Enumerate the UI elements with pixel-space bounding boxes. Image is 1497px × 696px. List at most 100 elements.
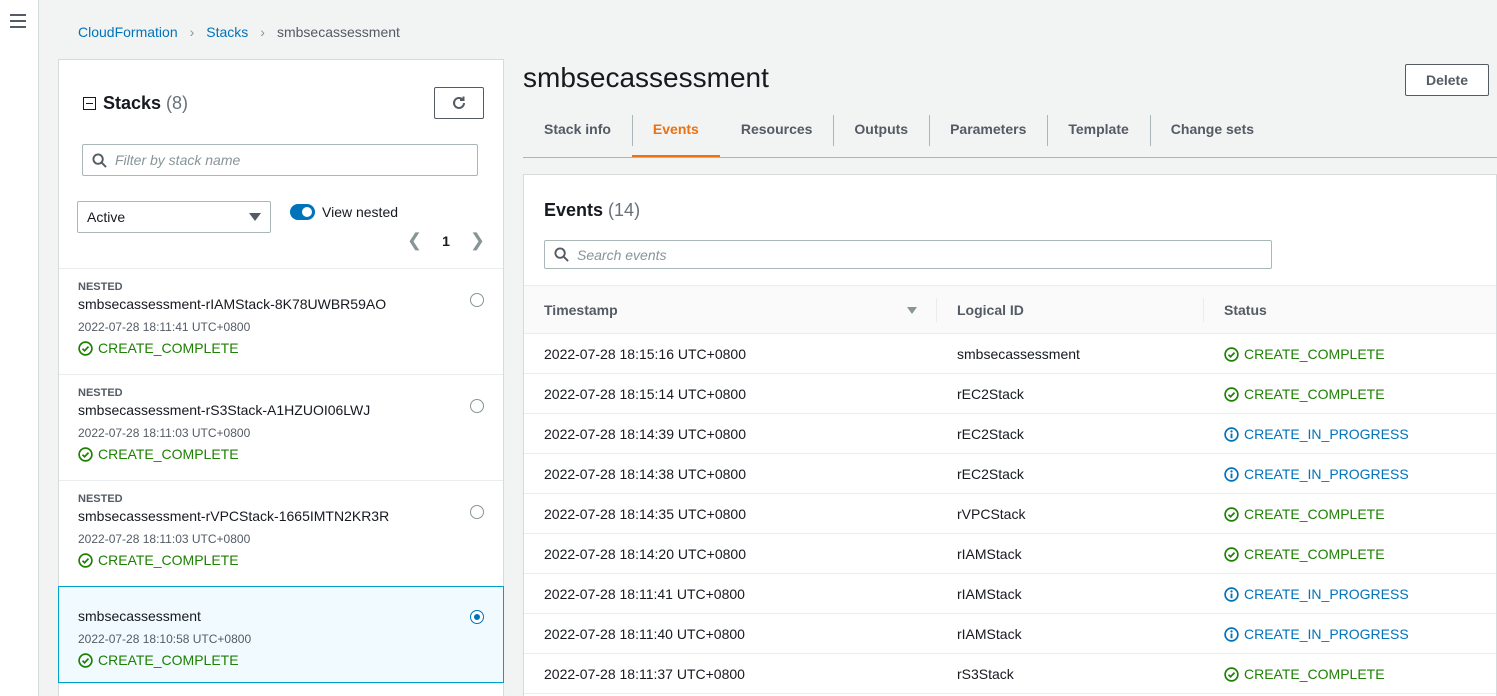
info-icon [1224,426,1239,442]
tab-stack-info[interactable]: Stack info [523,113,632,157]
search-events-field[interactable] [544,240,1272,269]
cell-timestamp: 2022-07-28 18:11:40 UTC+0800 [544,626,745,642]
cell-logical-id: rS3Stack [957,666,1014,682]
cell-timestamp: 2022-07-28 18:15:16 UTC+0800 [544,346,746,362]
cell-timestamp: 2022-07-28 18:14:38 UTC+0800 [544,466,746,482]
stacks-count: (8) [166,93,189,113]
stack-status: CREATE_COMPLETE [78,446,484,462]
cell-status-text: CREATE_COMPLETE [1244,546,1385,562]
success-icon [1224,666,1239,682]
cell-status: CREATE_IN_PROGRESS [1224,626,1409,642]
column-header-logical-id[interactable]: Logical ID [957,302,1024,318]
cell-logical-id: rVPCStack [957,506,1026,522]
stack-list-item[interactable]: NESTED smbsecassessment-rVPCStack-1665IM… [59,480,503,586]
stack-time: 2022-07-28 18:11:41 UTC+0800 [78,320,251,334]
caret-down-icon [249,213,261,221]
cell-logical-id: rIAMStack [957,626,1022,642]
stack-radio[interactable] [470,399,484,413]
stack-status: CREATE_COMPLETE [78,340,484,356]
tab-change-sets[interactable]: Change sets [1149,113,1275,157]
stack-radio-selected[interactable] [470,610,484,624]
nested-tag: NESTED [78,281,123,293]
stacks-title: Stacks [103,93,162,113]
cell-status: CREATE_COMPLETE [1224,666,1385,682]
stack-status: CREATE_COMPLETE [78,652,484,668]
search-icon [554,247,569,262]
tab-outputs[interactable]: Outputs [833,113,929,157]
column-header-timestamp[interactable]: Timestamp [544,302,618,318]
tab-parameters[interactable]: Parameters [929,113,1047,157]
tab-events[interactable]: Events [631,113,720,157]
events-title: Events [544,200,604,220]
stack-status: CREATE_COMPLETE [78,552,484,568]
success-icon [78,652,93,668]
nested-tag: NESTED [78,493,123,505]
breadcrumb: CloudFormation › Stacks › smbsecassessme… [78,24,400,40]
stack-radio[interactable] [470,293,484,307]
menu-icon[interactable] [10,14,26,32]
chevron-right-icon[interactable]: ❯ [470,230,485,251]
success-icon [1224,346,1239,362]
chevron-left-icon[interactable]: ❮ [407,230,422,251]
table-body: 2022-07-28 18:15:16 UTC+0800 smbsecassess… [524,334,1496,694]
refresh-icon [453,96,465,109]
stack-radio[interactable] [470,505,484,519]
events-header: Events (14) [544,200,640,221]
stack-status-text: CREATE_COMPLETE [98,652,239,668]
cell-logical-id: rIAMStack [957,546,1022,562]
success-icon [1224,506,1239,522]
stack-filter-input[interactable] [115,152,455,168]
events-table: Timestamp Logical ID Status 2022-07-28 1… [524,285,1496,694]
page-title: smbsecassessment [523,62,769,93]
table-row: 2022-07-28 18:14:39 UTC+0800 rEC2Stack CRE… [524,414,1496,454]
cell-timestamp: 2022-07-28 18:14:35 UTC+0800 [544,506,746,522]
collapse-icon[interactable] [83,97,96,110]
cell-status-text: CREATE_COMPLETE [1244,386,1385,402]
cell-status-text: CREATE_IN_PROGRESS [1244,586,1409,602]
view-nested-label: View nested [322,204,399,220]
table-row: 2022-07-28 18:14:35 UTC+0800 rVPCStack CRE… [524,494,1496,534]
stacks-panel: Stacks (8) Active View nested ❮ 1 ❯ NEST… [58,59,504,696]
tab-template[interactable]: Template [1047,113,1149,157]
stack-list-item[interactable] [59,683,503,696]
cell-timestamp: 2022-07-28 18:11:41 UTC+0800 [544,586,745,602]
cell-status: CREATE_COMPLETE [1224,546,1385,562]
sort-desc-icon[interactable] [907,307,917,314]
search-events-input[interactable] [577,246,1257,263]
cell-logical-id: smbsecassessment [957,346,1080,362]
stack-filter-field[interactable] [82,144,478,176]
breadcrumb-current: smbsecassessment [276,24,400,40]
table-row: 2022-07-28 18:11:37 UTC+0800 rS3Stack CREA… [524,654,1496,694]
breadcrumb-cloudformation[interactable]: CloudFormation [78,24,178,40]
cell-logical-id: rEC2Stack [957,466,1024,482]
column-header-status[interactable]: Status [1224,302,1267,318]
cell-timestamp: 2022-07-28 18:14:20 UTC+0800 [544,546,746,562]
breadcrumb-stacks[interactable]: Stacks [206,24,248,40]
info-icon [1224,466,1239,482]
refresh-button[interactable] [434,87,484,119]
cell-timestamp: 2022-07-28 18:15:14 UTC+0800 [544,386,746,402]
stack-list-item[interactable]: NESTED smbsecassessment-rIAMStack-8K78UW… [59,268,503,374]
stack-list-item[interactable]: NESTED smbsecassessment-rS3Stack-A1HZUOI… [59,374,503,480]
cell-status-text: CREATE_COMPLETE [1244,506,1385,522]
stack-time: 2022-07-28 18:10:58 UTC+0800 [78,632,252,646]
delete-button[interactable]: Delete [1405,64,1489,96]
toggle-switch[interactable] [290,204,315,220]
table-row: 2022-07-28 18:11:41 UTC+0800 rIAMStack CRE… [524,574,1496,614]
column-divider[interactable] [1203,298,1204,322]
cell-status-text: CREATE_IN_PROGRESS [1244,626,1409,642]
cell-status-text: CREATE_IN_PROGRESS [1244,466,1409,482]
stack-list-item-selected[interactable]: smbsecassessment 2022-07-28 18:10:58 UTC… [58,586,504,683]
cell-status: CREATE_IN_PROGRESS [1224,426,1409,442]
stack-name: smbsecassessment-rIAMStack-8K78UWBR59AO [78,296,387,312]
tab-resources[interactable]: Resources [720,113,834,157]
stacks-header: Stacks (8) [83,93,188,114]
view-nested-toggle[interactable]: View nested [290,204,398,220]
status-filter-select[interactable]: Active [77,201,271,233]
column-divider[interactable] [936,298,937,322]
table-row: 2022-07-28 18:15:16 UTC+0800 smbsecassess… [524,334,1496,374]
nested-tag: NESTED [78,387,123,399]
cell-logical-id: rIAMStack [957,586,1022,602]
page-number[interactable]: 1 [442,233,450,249]
status-filter-value: Active [87,209,126,225]
